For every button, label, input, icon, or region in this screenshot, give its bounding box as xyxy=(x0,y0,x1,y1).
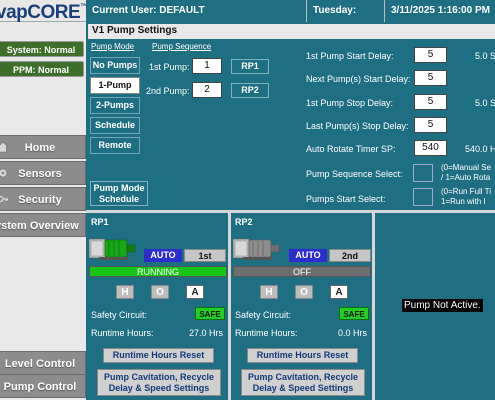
setting-label: 1st Pump Start Delay: xyxy=(306,51,394,61)
rp1-sequence-badge: 1st xyxy=(184,249,226,262)
rp1-safety-label: Safety Circuit: xyxy=(91,310,148,320)
setting-label: Next Pump(s) Start Delay: xyxy=(306,74,411,84)
mode-no-pumps-button[interactable]: No Pumps xyxy=(90,57,140,74)
sequence-select-note: (0=Manual Se xyxy=(441,163,492,172)
mode-remote-button[interactable]: Remote xyxy=(90,137,140,154)
pump3-status-label: Pump Not Active. xyxy=(402,299,483,312)
rp2-safety-badge: SAFE xyxy=(339,307,369,320)
rp2-cavitation-settings-button[interactable]: Pump Cavitation, Recycle Delay & Speed S… xyxy=(241,369,365,396)
rp2-off-button[interactable]: O xyxy=(295,285,313,299)
auto-rotate-timer-input[interactable]: 540 xyxy=(414,140,447,156)
sequence-select-label: Pump Sequence Select: xyxy=(306,169,403,179)
rp1-cavitation-settings-button[interactable]: Pump Cavitation, Recycle Delay & Speed S… xyxy=(97,369,221,396)
rp1-mode-badge: AUTO xyxy=(144,249,182,262)
last-pump-stop-delay-input[interactable]: 5 xyxy=(414,117,447,133)
rp1-run-status: RUNNING xyxy=(89,266,227,277)
setting-suffix: 5.0 S xyxy=(475,51,495,61)
system-status-badge: System: Normal xyxy=(0,41,84,57)
datetime-label: 3/11/2025 1:16:00 PM xyxy=(384,0,495,22)
rp1-runtime-value: 27.0 Hrs xyxy=(189,328,224,338)
mode-schedule-button[interactable]: Schedule xyxy=(90,117,140,134)
setting-label: Last Pump(s) Stop Delay: xyxy=(306,121,409,131)
pump-rp1-title: RP1 xyxy=(91,217,109,227)
rp2-auto-button[interactable]: A xyxy=(330,285,348,299)
mode-1-pump-button[interactable]: 1-Pump xyxy=(90,77,140,94)
nav-sensors-button[interactable]: Sensors xyxy=(0,161,86,185)
sequence-select-note: / 1=Auto Rota xyxy=(441,173,491,182)
second-pump-input[interactable]: 2 xyxy=(192,82,222,98)
rp1-runtime-label: Runtime Hours: xyxy=(91,328,154,338)
day-label: Tuesday: xyxy=(306,0,384,22)
second-pump-rp2-button[interactable]: RP2 xyxy=(231,83,269,98)
rp1-auto-button[interactable]: A xyxy=(186,285,204,299)
pump-sequence-heading: Pump Sequence xyxy=(152,42,212,51)
second-pump-label: 2nd Pump: xyxy=(146,86,190,96)
pump-rp2-title: RP2 xyxy=(235,217,253,227)
first-pump-stop-delay-input[interactable]: 5 xyxy=(414,94,447,110)
first-pump-start-delay-input[interactable]: 5 xyxy=(414,47,447,63)
nav-system-overview-button[interactable]: ystem Overview xyxy=(0,213,86,237)
ppm-status-badge: PPM: Normal xyxy=(0,61,84,77)
start-select-note: (0=Run Full Ti xyxy=(441,187,492,196)
setting-suffix: 5.0 S xyxy=(475,98,495,108)
gear-icon xyxy=(0,168,8,178)
setting-suffix: 540.0 H xyxy=(465,144,495,154)
first-pump-label: 1st Pump: xyxy=(149,62,190,72)
rp2-runtime-reset-button[interactable]: Runtime Hours Reset xyxy=(247,348,358,363)
panel-divider xyxy=(86,210,495,213)
first-pump-input[interactable]: 1 xyxy=(192,58,222,74)
rp2-safety-label: Safety Circuit: xyxy=(235,310,292,320)
nav-pump-control-button[interactable]: Pump Control xyxy=(0,374,86,398)
page-title: V1 Pump Settings xyxy=(88,24,495,39)
rp1-safety-badge: SAFE xyxy=(195,307,225,320)
setting-label: 1st Pump Stop Delay: xyxy=(306,98,394,108)
rp2-runtime-label: Runtime Hours: xyxy=(235,328,298,338)
key-icon xyxy=(0,195,9,203)
start-select-note: 1=Run with l xyxy=(441,197,486,206)
app-logo: vapCORE™ xyxy=(0,2,88,23)
nav-level-control-button[interactable]: Level Control xyxy=(0,351,86,375)
home-icon xyxy=(0,141,9,153)
start-select-label: Pumps Start Select: xyxy=(306,194,386,204)
rp2-mode-badge: AUTO xyxy=(289,249,327,262)
rp1-hand-button[interactable]: H xyxy=(116,285,134,299)
motor-icon xyxy=(89,238,136,260)
rp2-sequence-badge: 2nd xyxy=(329,249,371,262)
pump-mode-schedule-button[interactable]: Pump Mode Schedule xyxy=(90,181,148,206)
first-pump-rp1-button[interactable]: RP1 xyxy=(231,59,269,74)
motor-icon xyxy=(233,238,280,260)
rp1-off-button[interactable]: O xyxy=(151,285,169,299)
sequence-select-input[interactable] xyxy=(413,164,433,182)
nav-security-button[interactable]: Security xyxy=(0,187,86,211)
next-pump-start-delay-input[interactable]: 5 xyxy=(414,70,447,86)
rp2-hand-button[interactable]: H xyxy=(260,285,278,299)
start-select-input[interactable] xyxy=(413,188,433,206)
setting-label: Auto Rotate Timer SP: xyxy=(306,144,396,154)
mode-2-pumps-button[interactable]: 2-Pumps xyxy=(90,97,140,114)
panel-divider xyxy=(372,213,375,400)
panel-divider xyxy=(228,213,231,400)
nav-home-button[interactable]: Home xyxy=(0,135,86,159)
rp2-runtime-value: 0.0 Hrs xyxy=(338,328,368,338)
current-user-label: Current User: DEFAULT xyxy=(86,0,306,22)
rp1-runtime-reset-button[interactable]: Runtime Hours Reset xyxy=(103,348,214,363)
rp2-run-status: OFF xyxy=(233,266,371,277)
pump-mode-heading: Pump Mode xyxy=(91,42,135,51)
